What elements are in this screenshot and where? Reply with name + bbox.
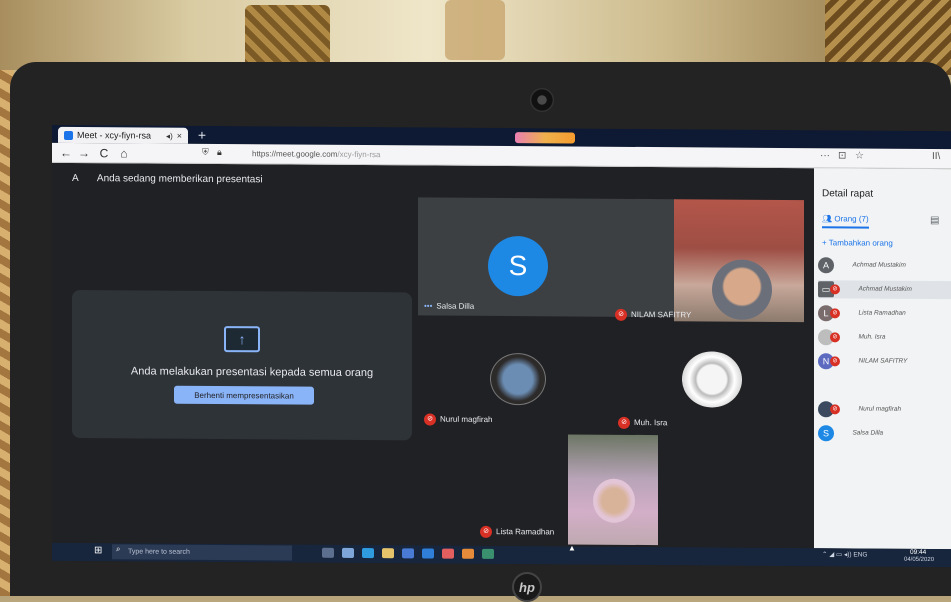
avatar: S [488,235,548,297]
participant-name: ⊘ Muh. Isra [618,416,667,429]
mic-off-icon: ⊘ [615,308,627,321]
laptop-screen: Meet - xcy-fiyn-rsa ◂) × + ← → C ⌂ ⛨ 🔒︎ … [52,124,951,568]
extension-icons[interactable] [515,132,575,144]
lock-icon[interactable]: 🔒︎ [217,147,222,158]
stop-presenting-button[interactable]: Berhenti mempresentasikan [174,385,314,405]
app-icon[interactable] [482,548,494,559]
pocket-icon[interactable]: ⊡ [838,150,846,161]
windows-start-icon[interactable]: ⊞ [94,545,102,556]
panel-title: Detail rapat [822,188,874,200]
background-lamp [445,0,505,60]
mic-off-icon: ⊘ [830,284,840,295]
url-domain: https://meet.google.com [252,149,338,159]
tab-close-button[interactable]: × [177,131,182,141]
mic-off-icon: ⊘ [618,416,630,429]
taskbar-search-input[interactable]: Type here to search [112,544,292,561]
reload-button[interactable]: C [96,145,112,161]
mic-off-icon: ⊘ [830,308,840,319]
system-tray[interactable]: ⌃ ◢ ▭ ◂)) ENG [822,550,868,558]
url-path: /xcy-fiyn-rsa [337,149,381,160]
mic-off-icon: ⊘ [480,525,492,538]
present-screen-icon: ↑ [224,326,260,353]
participant-list-item[interactable]: ⊘ Nurul magfirah [818,400,951,419]
shield-icon[interactable]: ⛨ [202,147,209,158]
store-icon[interactable] [402,548,414,559]
tab-title: Meet - xcy-fiyn-rsa [77,130,152,141]
participant-tile-salsa[interactable] [418,197,676,318]
user-initial: A [72,173,79,185]
mouse-cursor-icon: ▲ [568,543,576,553]
task-view-icon[interactable] [322,547,334,558]
meet-favicon-icon [64,130,73,140]
speaker-icon[interactable]: ◂) [166,131,173,140]
presentation-message: Anda melakukan presentasi kepada semua o… [130,365,374,380]
participant-photo-isra[interactable] [682,351,742,408]
forward-button[interactable]: → [76,145,92,161]
url-bar[interactable]: https://meet.google.com/xcy-fiyn-rsa [252,147,672,164]
participant-list-item[interactable]: N ⊘ NILAM SAFITRY [818,352,951,371]
mic-off-icon: ⊘ [830,404,840,415]
speaking-indicator-icon: ••• [424,301,433,311]
avatar: A [818,256,834,274]
background-carving [245,5,330,67]
participant-video [712,259,772,320]
people-icon: 👥︎ [822,214,835,224]
presentation-banner: A Anda sedang memberikan presentasi [72,173,263,190]
participant-list-item[interactable]: ▭ ⊘ Achmad Mustakim [818,280,951,300]
tab-chat[interactable]: ▤ [930,215,939,226]
participant-photo-nurul[interactable] [490,352,546,406]
hp-logo: hp [512,572,542,602]
webcam [530,88,554,112]
chrome-icon[interactable] [442,548,454,559]
edge-icon[interactable] [362,548,374,559]
mic-off-icon: ⊘ [830,332,840,343]
avatar: S [818,424,834,442]
home-button[interactable]: ⌂ [116,145,132,161]
browser-tab[interactable]: Meet - xcy-fiyn-rsa ◂) × [58,126,188,144]
participant-name: ••• Salsa Dilla [424,301,475,311]
mic-off-icon: ⊘ [830,356,840,367]
page-actions-button[interactable]: ··· [820,150,830,161]
mic-off-icon: ⊘ [424,413,436,426]
participant-list-item[interactable]: L ⊘ Lista Ramadhan [818,304,951,323]
participant-name: ⊘ Nurul magfirah [424,413,492,426]
participant-name: ⊘ NILAM SAFITRY [615,308,691,322]
mail-icon[interactable] [422,548,434,559]
banner-text: Anda sedang memberikan presentasi [96,173,263,186]
library-icon[interactable]: II\ [932,151,940,162]
clock-time[interactable]: 09:44 [910,549,926,556]
participant-list-item[interactable]: A Achmad Mustakim [818,256,951,275]
file-explorer-icon[interactable] [382,548,394,559]
new-tab-button[interactable]: + [194,127,210,143]
participant-name: ⊘ Lista Ramadhan [480,525,554,539]
back-button[interactable]: ← [58,145,74,161]
participant-list-item[interactable]: S Salsa Dilla [818,424,951,443]
bookmark-star-icon[interactable]: ☆ [855,150,864,161]
participant-video [593,478,635,523]
add-person-icon: + [822,238,829,248]
chat-icon: ▤ [930,214,940,227]
search-icon: ⌕ [116,544,121,554]
firefox-icon[interactable] [462,548,474,559]
clock-date[interactable]: 04/05/2020 [904,557,934,563]
app-icon[interactable] [342,547,354,558]
add-people-button[interactable]: + Tambahkan orang [822,238,893,247]
tab-people[interactable]: 👥︎ Orang (7) [822,214,869,229]
participant-list-item[interactable]: ⊘ Muh. Isra [818,328,951,347]
